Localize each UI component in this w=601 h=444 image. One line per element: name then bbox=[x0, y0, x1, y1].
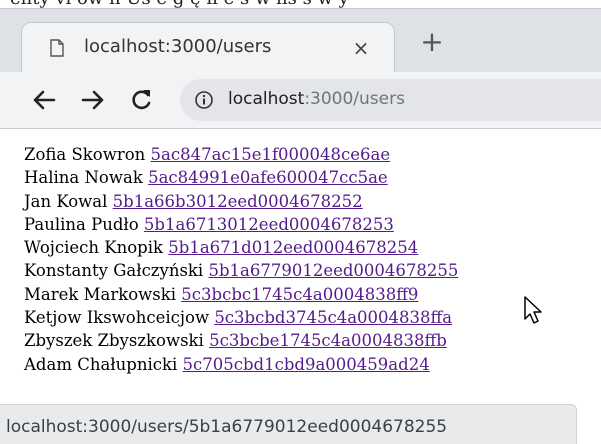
user-name: Marek Markowski bbox=[24, 284, 177, 304]
url-path: :3000/users bbox=[304, 89, 405, 109]
info-icon[interactable] bbox=[194, 90, 214, 110]
user-id-link[interactable]: 5c3bcbe1745c4a0004838ffb bbox=[209, 331, 447, 350]
url-text: localhost:3000/users bbox=[228, 89, 405, 109]
new-tab-button[interactable]: + bbox=[416, 26, 448, 58]
toolbar: localhost:3000/users bbox=[0, 72, 601, 129]
close-icon[interactable]: × bbox=[348, 35, 374, 61]
users-list: Zofia Skowron 5ac847ac15e1f000048ce6ae H… bbox=[24, 143, 601, 376]
tab-strip: localhost:3000/users × + bbox=[0, 8, 601, 74]
status-bar: localhost:3000/users/5b1a6779012eed00046… bbox=[0, 404, 577, 444]
user-name: Jan Kowal bbox=[24, 191, 108, 211]
user-id-link[interactable]: 5b1a671d012eed0004678254 bbox=[168, 238, 418, 257]
user-id-link[interactable]: 5ac847ac15e1f000048ce6ae bbox=[151, 145, 391, 164]
status-url: localhost:3000/users/5b1a6779012eed00046… bbox=[6, 417, 448, 437]
user-name: Adam Chałupnicki bbox=[24, 354, 178, 374]
list-item: Ketjow Ikswohceicjow 5c3bcbd3745c4a00048… bbox=[24, 306, 601, 329]
list-item: Adam Chałupnicki 5c705cbd1cbd9a000459ad2… bbox=[24, 353, 601, 376]
user-name: Paulina Pudło bbox=[24, 214, 139, 234]
list-item: Jan Kowal 5b1a66b3012eed0004678252 bbox=[24, 190, 601, 213]
list-item: Halina Nowak 5ac84991e0afe600047cc5ae bbox=[24, 166, 601, 189]
page-icon bbox=[50, 39, 64, 57]
user-id-link[interactable]: 5b1a66b3012eed0004678252 bbox=[113, 192, 363, 211]
list-item: Zbyszek Zbyszkowski 5c3bcbe1745c4a000483… bbox=[24, 329, 601, 352]
background-text: enty vi ów h Uś e g ę ii e s w lis s w y bbox=[10, 0, 601, 8]
user-id-link[interactable]: 5b1a6779012eed0004678255 bbox=[208, 261, 458, 280]
browser-window: localhost:3000/users × + localhost:3000/… bbox=[0, 8, 601, 444]
user-name: Wojciech Knopik bbox=[24, 238, 164, 258]
address-bar[interactable]: localhost:3000/users bbox=[180, 79, 601, 121]
mouse-cursor-icon bbox=[524, 296, 542, 324]
list-item: Konstanty Gałczyński 5b1a6779012eed00046… bbox=[24, 259, 601, 282]
user-name: Zbyszek Zbyszkowski bbox=[24, 331, 204, 351]
arrow-left-icon[interactable] bbox=[30, 86, 58, 114]
user-name: Halina Nowak bbox=[24, 168, 143, 188]
list-item: Wojciech Knopik 5b1a671d012eed0004678254 bbox=[24, 236, 601, 259]
user-id-link[interactable]: 5c3bcbc1745c4a0004838ff9 bbox=[181, 285, 418, 304]
list-item: Marek Markowski 5c3bcbc1745c4a0004838ff9 bbox=[24, 283, 601, 306]
user-name: Zofia Skowron bbox=[24, 145, 146, 164]
user-id-link[interactable]: 5ac84991e0afe600047cc5ae bbox=[148, 168, 388, 187]
list-item: Paulina Pudło 5b1a6713012eed0004678253 bbox=[24, 213, 601, 236]
user-id-link[interactable]: 5b1a6713012eed0004678253 bbox=[144, 215, 394, 234]
user-id-link[interactable]: 5c3bcbd3745c4a0004838ffa bbox=[214, 308, 452, 327]
reload-icon[interactable] bbox=[127, 86, 155, 114]
tab-localhost-users[interactable]: localhost:3000/users × bbox=[21, 22, 395, 74]
list-item: Zofia Skowron 5ac847ac15e1f000048ce6ae bbox=[24, 143, 601, 166]
user-name: Ketjow Ikswohceicjow bbox=[24, 308, 210, 328]
tab-title: localhost:3000/users bbox=[84, 36, 272, 57]
arrow-right-icon[interactable] bbox=[79, 86, 107, 114]
user-name: Konstanty Gałczyński bbox=[24, 261, 204, 281]
user-id-link[interactable]: 5c705cbd1cbd9a000459ad24 bbox=[183, 355, 430, 374]
url-host: localhost bbox=[228, 89, 305, 109]
